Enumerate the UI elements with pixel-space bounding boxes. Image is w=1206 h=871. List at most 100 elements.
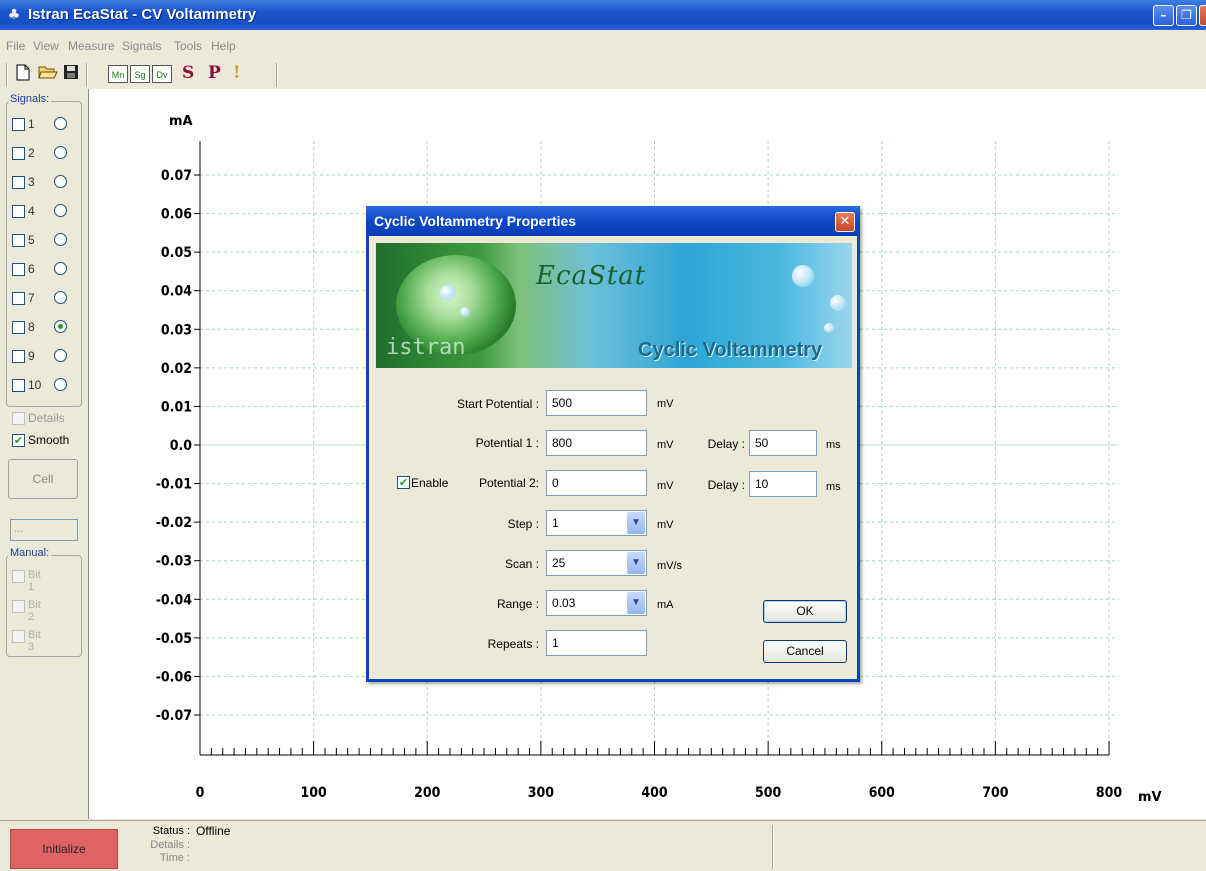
repeats-input[interactable]: 1 xyxy=(546,630,647,656)
signal-radio[interactable] xyxy=(54,175,67,188)
y-tick-label: -0.05 xyxy=(156,631,192,647)
dv-button[interactable]: Dv xyxy=(152,65,172,83)
s-button[interactable]: S xyxy=(182,63,194,83)
chevron-down-icon[interactable]: ▼ xyxy=(627,552,645,574)
signal-number: 8 xyxy=(28,320,35,334)
status-label: Status : xyxy=(152,825,190,837)
initialize-button[interactable]: Initialize xyxy=(10,829,118,869)
smooth-checkbox[interactable]: ✔ xyxy=(12,434,25,447)
signal-checkbox[interactable] xyxy=(12,234,25,247)
signal-radio[interactable] xyxy=(54,349,67,362)
close-window-button[interactable]: ✕ xyxy=(1199,5,1206,26)
cell-button[interactable]: Cell xyxy=(8,459,78,499)
signal-radio[interactable] xyxy=(54,233,67,246)
bubble-graphic xyxy=(460,307,470,317)
signal-number: 2 xyxy=(28,146,35,160)
scan-label: Scan : xyxy=(504,557,539,571)
menu-view[interactable]: View xyxy=(33,39,59,53)
bit-1-checkbox[interactable] xyxy=(12,570,25,583)
bit-3-label: Bit 3 xyxy=(28,629,41,653)
range-value: 0.03 xyxy=(552,596,576,610)
enable-checkbox[interactable]: ✔ xyxy=(397,476,410,489)
app-icon[interactable]: ♣ xyxy=(6,7,22,23)
details-checkbox[interactable] xyxy=(12,412,25,425)
signal-radio[interactable] xyxy=(54,320,67,333)
signal-radio[interactable] xyxy=(54,204,67,217)
bubble-graphic xyxy=(440,285,456,301)
signal-checkbox[interactable] xyxy=(12,118,25,131)
x-tick-label: 100 xyxy=(300,785,327,801)
side-panel: Signals: 1 2 3 4 5 6 7 8 9 10 Details ✔ Smooth Ce… xyxy=(0,89,89,819)
bubble-graphic xyxy=(824,323,834,333)
x-tick-label: 300 xyxy=(528,785,555,801)
signal-radio[interactable] xyxy=(54,378,67,391)
bit-2-checkbox[interactable] xyxy=(12,600,25,613)
y-tick-label: -0.01 xyxy=(156,477,192,493)
floppy-save-icon[interactable] xyxy=(62,64,80,84)
potential-2-label: Potential 2: xyxy=(478,476,539,490)
cancel-button[interactable]: Cancel xyxy=(763,640,847,663)
signal-number: 1 xyxy=(28,117,35,131)
menu-tools[interactable]: Tools xyxy=(174,39,202,53)
signal-radio[interactable] xyxy=(54,146,67,159)
scan-select[interactable]: 25 ▼ xyxy=(546,550,647,576)
step-select[interactable]: 1 ▼ xyxy=(546,510,647,536)
menu-help[interactable]: Help xyxy=(211,39,236,53)
signal-radio[interactable] xyxy=(54,262,67,275)
toolbar: Mn Sg Dv S P ! xyxy=(0,59,1206,89)
signal-number: 5 xyxy=(28,233,35,247)
signal-radio[interactable] xyxy=(54,291,67,304)
menu-file[interactable]: File xyxy=(6,39,25,53)
signal-checkbox[interactable] xyxy=(12,292,25,305)
bubble-graphic xyxy=(792,265,814,287)
menu-measure[interactable]: Measure xyxy=(68,39,115,53)
chevron-down-icon[interactable]: ▼ xyxy=(627,592,645,614)
delay-1-input[interactable]: 50 xyxy=(749,430,817,456)
signal-checkbox[interactable] xyxy=(12,205,25,218)
y-axis-label: mA xyxy=(169,114,193,129)
start-potential-label: Start Potential : xyxy=(456,397,539,411)
cell-field[interactable]: ... xyxy=(10,519,78,541)
mn-button[interactable]: Mn xyxy=(108,65,128,83)
range-label: Range : xyxy=(496,597,539,611)
x-tick-label: 500 xyxy=(755,785,782,801)
potential-1-input[interactable]: 800 xyxy=(546,430,647,456)
signal-checkbox[interactable] xyxy=(12,379,25,392)
y-tick-label: 0.07 xyxy=(161,168,192,184)
enable-label: Enable xyxy=(411,476,449,490)
menu-signals[interactable]: Signals xyxy=(122,39,161,53)
y-tick-label: -0.02 xyxy=(156,515,192,531)
smooth-label: Smooth xyxy=(28,433,70,447)
title-bar[interactable]: ♣ Istran EcaStat - CV Voltammetry – ❐ ✕ xyxy=(0,0,1206,30)
signal-checkbox[interactable] xyxy=(12,350,25,363)
signal-checkbox[interactable] xyxy=(12,321,25,334)
start-potential-input[interactable]: 500 xyxy=(546,390,647,416)
potential-2-input[interactable]: 0 xyxy=(546,470,647,496)
open-folder-icon[interactable] xyxy=(37,64,59,84)
dialog-close-button[interactable]: ✕ xyxy=(835,212,855,232)
cv-properties-dialog: Cyclic Voltammetry Properties ✕ EcaStat … xyxy=(366,206,860,682)
ok-button[interactable]: OK xyxy=(763,600,847,623)
signal-radio[interactable] xyxy=(54,117,67,130)
exclamation-button[interactable]: ! xyxy=(233,63,240,83)
sg-button[interactable]: Sg xyxy=(130,65,150,83)
minimize-button[interactable]: – xyxy=(1153,5,1174,26)
range-select[interactable]: 0.03 ▼ xyxy=(546,590,647,616)
signal-checkbox[interactable] xyxy=(12,263,25,276)
manual-label: Manual: xyxy=(8,547,52,559)
new-file-icon[interactable] xyxy=(14,64,32,84)
bit-3-checkbox[interactable] xyxy=(12,630,25,643)
delay-2-label: Delay : xyxy=(707,478,745,492)
chevron-down-icon[interactable]: ▼ xyxy=(627,512,645,534)
x-tick-label: 800 xyxy=(1096,785,1123,801)
signal-checkbox[interactable] xyxy=(12,176,25,189)
dialog-title-bar[interactable]: Cyclic Voltammetry Properties ✕ xyxy=(366,206,860,236)
delay-2-input[interactable]: 10 xyxy=(749,471,817,497)
signal-checkbox[interactable] xyxy=(12,147,25,160)
p-button[interactable]: P xyxy=(208,63,221,83)
signal-number: 3 xyxy=(28,175,35,189)
y-tick-label: -0.07 xyxy=(156,708,192,724)
maximize-button[interactable]: ❐ xyxy=(1176,5,1197,26)
signal-number: 7 xyxy=(28,291,35,305)
delay-1-unit: ms xyxy=(826,439,841,451)
